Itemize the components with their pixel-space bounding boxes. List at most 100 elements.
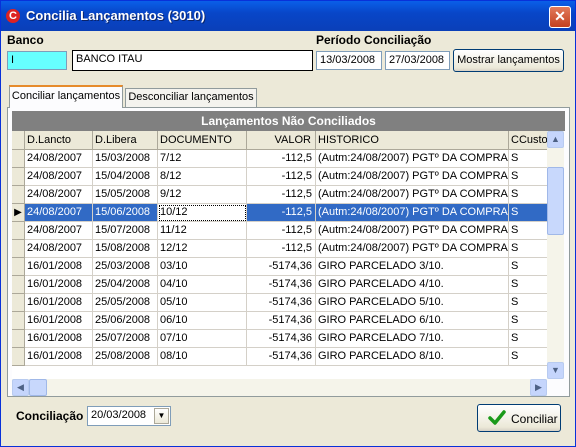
cell-ccusto[interactable]: S: [509, 276, 547, 294]
cell-valor[interactable]: -5174,36: [247, 276, 316, 294]
cell-valor[interactable]: -112,5: [247, 222, 316, 240]
table-row[interactable]: 24/08/2007 15/03/2008 7/12 -112,5 (Autm:24/0…: [12, 150, 547, 168]
cell-valor[interactable]: -112,5: [247, 168, 316, 186]
cell-documento[interactable]: 12/12: [158, 240, 247, 258]
periodo-start-input[interactable]: 13/03/2008: [316, 51, 382, 70]
cell-documento[interactable]: 08/10: [158, 348, 247, 366]
cell-dlibera[interactable]: 25/06/2008: [93, 312, 158, 330]
cell-dlancto[interactable]: 24/08/2007: [25, 186, 93, 204]
mostrar-lancamentos-button[interactable]: Mostrar lançamentos: [453, 49, 564, 72]
cell-ccusto[interactable]: S: [509, 186, 547, 204]
cell-dlibera[interactable]: 25/05/2008: [93, 294, 158, 312]
banco-code-input[interactable]: I: [7, 51, 67, 70]
cell-historico[interactable]: GIRO PARCELADO 6/10.: [316, 312, 509, 330]
cell-documento[interactable]: 06/10: [158, 312, 247, 330]
cell-historico[interactable]: (Autm:24/08/2007) PGTº DA COMPRA: [316, 168, 509, 186]
col-header-dlibera[interactable]: D.Libera: [93, 131, 158, 150]
close-button[interactable]: ✕: [549, 6, 571, 28]
vertical-scroll-thumb[interactable]: [547, 167, 564, 235]
row-indicator[interactable]: [12, 330, 25, 348]
row-indicator[interactable]: [12, 348, 25, 366]
cell-ccusto[interactable]: S: [509, 294, 547, 312]
cell-dlancto[interactable]: 16/01/2008: [25, 348, 93, 366]
lancamentos-grid[interactable]: D.Lancto D.Libera DOCUMENTO VALOR HISTOR…: [12, 131, 547, 379]
cell-historico[interactable]: (Autm:24/08/2007) PGTº DA COMPRA: [316, 204, 509, 222]
cell-dlibera[interactable]: 15/05/2008: [93, 186, 158, 204]
cell-dlancto[interactable]: 24/08/2007: [25, 222, 93, 240]
scroll-left-button[interactable]: ◀: [12, 379, 29, 396]
cell-historico[interactable]: GIRO PARCELADO 5/10.: [316, 294, 509, 312]
cell-dlancto[interactable]: 24/08/2007: [25, 204, 93, 222]
scroll-up-button[interactable]: ▲: [547, 131, 564, 148]
horizontal-scroll-thumb[interactable]: [29, 379, 47, 396]
row-indicator[interactable]: [12, 168, 25, 186]
row-indicator[interactable]: [12, 294, 25, 312]
cell-ccusto[interactable]: S: [509, 258, 547, 276]
cell-historico[interactable]: GIRO PARCELADO 8/10.: [316, 348, 509, 366]
scroll-down-button[interactable]: ▼: [547, 362, 564, 379]
cell-dlancto[interactable]: 24/08/2007: [25, 168, 93, 186]
cell-valor[interactable]: -112,5: [247, 204, 316, 222]
cell-documento[interactable]: 9/12: [158, 186, 247, 204]
cell-historico[interactable]: (Autm:24/08/2007) PGTº DA COMPRA: [316, 186, 509, 204]
row-indicator[interactable]: ▶: [12, 204, 25, 222]
row-indicator[interactable]: [12, 258, 25, 276]
cell-historico[interactable]: (Autm:24/08/2007) PGTº DA COMPRA: [316, 222, 509, 240]
row-indicator[interactable]: [12, 150, 25, 168]
conciliacao-date-select[interactable]: 20/03/2008 ▼: [87, 406, 171, 426]
table-row[interactable]: 24/08/2007 15/05/2008 9/12 -112,5 (Autm:24/0…: [12, 186, 547, 204]
row-indicator[interactable]: [12, 222, 25, 240]
cell-valor[interactable]: -5174,36: [247, 258, 316, 276]
cell-documento[interactable]: 8/12: [158, 168, 247, 186]
cell-ccusto[interactable]: S: [509, 312, 547, 330]
tab-desconciliar[interactable]: Desconciliar lançamentos: [125, 88, 257, 107]
cell-ccusto[interactable]: S: [509, 348, 547, 366]
cell-valor[interactable]: -112,5: [247, 240, 316, 258]
col-header-dlancto[interactable]: D.Lancto: [25, 131, 93, 150]
cell-valor[interactable]: -112,5: [247, 186, 316, 204]
cell-dlibera[interactable]: 15/06/2008: [93, 204, 158, 222]
row-indicator[interactable]: [12, 312, 25, 330]
cell-dlancto[interactable]: 16/01/2008: [25, 258, 93, 276]
cell-valor[interactable]: -5174,36: [247, 348, 316, 366]
row-indicator[interactable]: [12, 276, 25, 294]
cell-ccusto[interactable]: S: [509, 204, 547, 222]
cell-dlancto[interactable]: 24/08/2007: [25, 150, 93, 168]
cell-ccusto[interactable]: S: [509, 150, 547, 168]
cell-valor[interactable]: -5174,36: [247, 330, 316, 348]
cell-historico[interactable]: (Autm:24/08/2007) PGTº DA COMPRA: [316, 150, 509, 168]
banco-name-input[interactable]: BANCO ITAU: [72, 50, 313, 71]
table-row[interactable]: 24/08/2007 15/08/2008 12/12 -112,5 (Autm:24/…: [12, 240, 547, 258]
col-header-documento[interactable]: DOCUMENTO: [158, 131, 247, 150]
table-row[interactable]: 24/08/2007 15/04/2008 8/12 -112,5 (Autm:24/0…: [12, 168, 547, 186]
cell-dlancto[interactable]: 16/01/2008: [25, 276, 93, 294]
cell-historico[interactable]: GIRO PARCELADO 3/10.: [316, 258, 509, 276]
col-header-ccusto[interactable]: CCusto: [509, 131, 547, 150]
cell-historico[interactable]: GIRO PARCELADO 7/10.: [316, 330, 509, 348]
horizontal-scrollbar[interactable]: ◀ ▶: [12, 379, 547, 396]
cell-ccusto[interactable]: S: [509, 222, 547, 240]
col-header-historico[interactable]: HISTORICO: [316, 131, 509, 150]
cell-dlancto[interactable]: 24/08/2007: [25, 240, 93, 258]
cell-historico[interactable]: GIRO PARCELADO 4/10.: [316, 276, 509, 294]
tab-conciliar[interactable]: Conciliar lançamentos: [9, 85, 123, 108]
table-row[interactable]: 16/01/2008 25/07/2008 07/10 -5174,36 GIRO PA…: [12, 330, 547, 348]
cell-ccusto[interactable]: S: [509, 240, 547, 258]
vertical-scrollbar[interactable]: ▲ ▼: [547, 131, 564, 379]
cell-documento[interactable]: 7/12: [158, 150, 247, 168]
cell-dlibera[interactable]: 15/03/2008: [93, 150, 158, 168]
col-header-valor[interactable]: VALOR: [247, 131, 316, 150]
cell-dlancto[interactable]: 16/01/2008: [25, 330, 93, 348]
scroll-right-button[interactable]: ▶: [530, 379, 547, 396]
table-row[interactable]: ▶ 24/08/2007 15/06/2008 10/12 -112,5 (Autm:24…: [12, 204, 547, 222]
chevron-down-icon[interactable]: ▼: [154, 408, 169, 424]
cell-documento[interactable]: 11/12: [158, 222, 247, 240]
cell-valor[interactable]: -5174,36: [247, 294, 316, 312]
row-indicator[interactable]: [12, 186, 25, 204]
cell-dlibera[interactable]: 15/07/2008: [93, 222, 158, 240]
periodo-end-input[interactable]: 27/03/2008: [385, 51, 450, 70]
cell-dlancto[interactable]: 16/01/2008: [25, 294, 93, 312]
cell-ccusto[interactable]: S: [509, 168, 547, 186]
table-row[interactable]: 16/01/2008 25/05/2008 05/10 -5174,36 GIRO PA…: [12, 294, 547, 312]
table-row[interactable]: 16/01/2008 25/03/2008 03/10 -5174,36 GIRO PA…: [12, 258, 547, 276]
